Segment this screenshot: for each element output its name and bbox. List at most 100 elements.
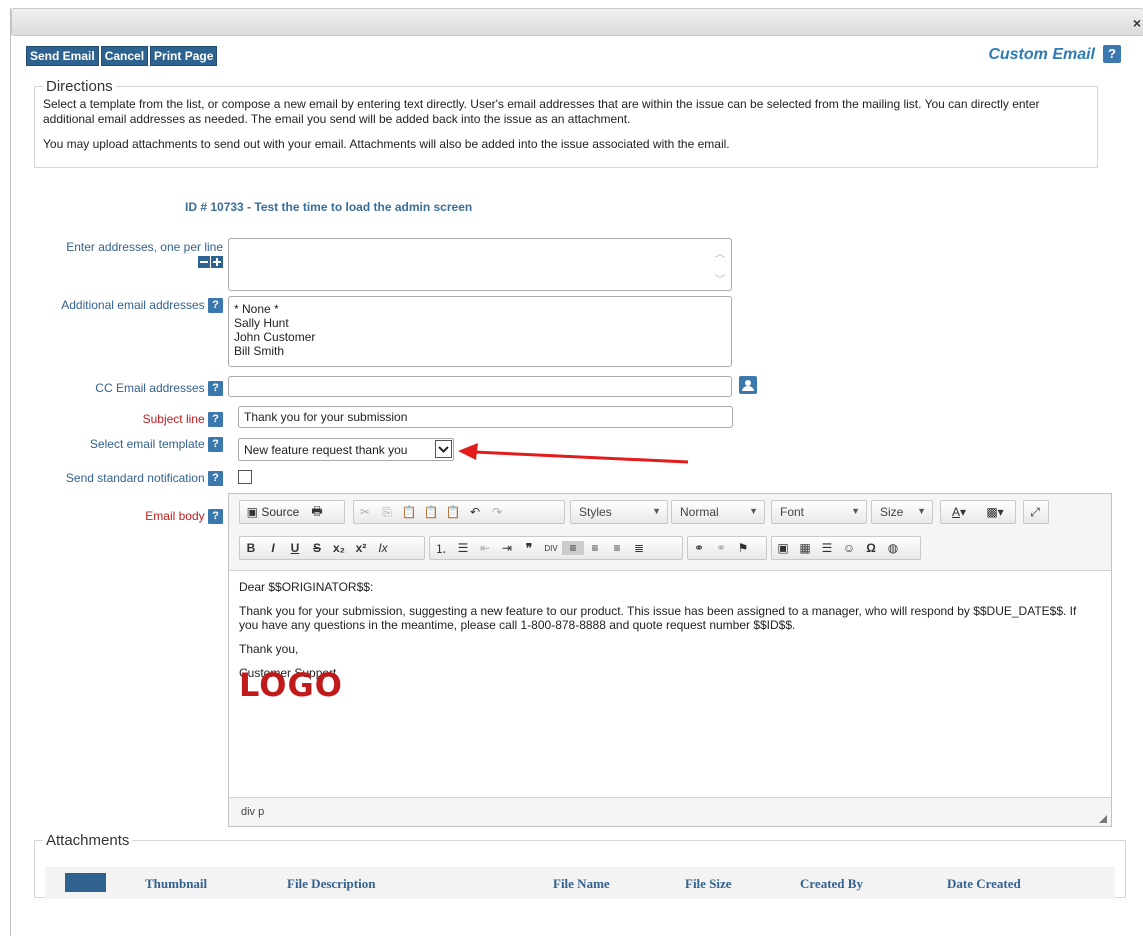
list-item[interactable]: * None * — [229, 302, 731, 316]
iframe-icon[interactable]: ◍ — [882, 541, 904, 555]
size-dropdown[interactable]: Size ▼ — [871, 500, 933, 524]
size-label: Size — [880, 505, 904, 519]
help-icon[interactable]: ? — [208, 412, 223, 428]
editor-status-bar: div p — [229, 797, 1111, 826]
directions-text-2: You may upload attachments to send out w… — [43, 137, 730, 151]
help-icon[interactable]: ? — [208, 437, 223, 453]
annotation-arrow — [458, 443, 689, 464]
column-header[interactable]: File Description — [287, 876, 375, 892]
align-center-icon[interactable]: ≡ — [584, 541, 606, 555]
list-item[interactable]: Sally Hunt — [229, 316, 731, 330]
indent-icon[interactable]: ⇥ — [496, 541, 518, 555]
div-container-icon[interactable]: DIV — [540, 544, 562, 553]
source-button[interactable]: ▣ Source — [240, 505, 306, 519]
blockquote-icon[interactable]: ❞ — [518, 541, 540, 555]
undo-icon[interactable]: ↶ — [464, 505, 486, 519]
column-header[interactable]: File Name — [553, 876, 610, 892]
column-header[interactable]: File Size — [685, 876, 732, 892]
table-icon[interactable]: ▦ — [794, 541, 816, 555]
subject-value: Thank you for your submission — [244, 410, 408, 424]
list-item[interactable]: John Customer — [229, 330, 731, 344]
directions-text-1: Select a template from the list, or comp… — [43, 97, 1040, 126]
subject-label-text: Subject line — [142, 412, 205, 426]
insert-group: ▣ ▦ ☰ ☺ Ω ◍ — [771, 536, 921, 560]
underline-icon[interactable]: U — [284, 541, 306, 555]
unlink-icon[interactable]: ⚭ — [710, 541, 732, 555]
template-label: Select email template ? — [90, 437, 223, 453]
address-book-icon[interactable] — [739, 376, 757, 394]
directions-legend: Directions — [46, 78, 113, 95]
paste-word-icon[interactable]: 📋 — [442, 505, 464, 519]
align-left-icon[interactable]: ≡ — [562, 541, 584, 555]
bold-icon[interactable]: B — [240, 541, 262, 555]
title-bar[interactable]: × — [11, 8, 1143, 36]
horizontal-line-icon[interactable]: ☰ — [816, 541, 838, 555]
attachments-legend: Attachments — [46, 832, 130, 849]
addresses-textarea[interactable]: ︿ ﹀ — [228, 238, 732, 291]
help-icon[interactable]: ? — [208, 298, 223, 314]
italic-icon[interactable]: I — [262, 541, 284, 555]
maximize-icon[interactable]: ⤢ — [1024, 505, 1046, 520]
text-color-icon[interactable]: A▾ — [941, 505, 977, 519]
paste-icon[interactable]: 📋 — [398, 505, 420, 519]
cancel-button[interactable]: Cancel — [100, 46, 149, 66]
cut-icon[interactable]: ✂ — [354, 505, 376, 519]
styles-dropdown[interactable]: Styles ▼ — [570, 500, 668, 524]
font-dropdown[interactable]: Font ▼ — [771, 500, 867, 524]
close-icon[interactable]: × — [1133, 15, 1141, 31]
help-icon[interactable]: ? — [1103, 45, 1121, 63]
font-label: Font — [780, 505, 805, 519]
column-header[interactable]: Thumbnail — [145, 876, 207, 892]
send-email-button[interactable]: Send Email — [26, 46, 99, 66]
print-icon[interactable]: 🖶 — [306, 502, 328, 523]
format-dropdown[interactable]: Normal ▼ — [671, 500, 765, 524]
email-body-text: Thank you for your submission, suggestin… — [239, 604, 1077, 632]
help-icon[interactable]: ? — [208, 509, 223, 525]
redo-icon[interactable]: ↷ — [486, 505, 508, 519]
element-path[interactable]: div p — [241, 806, 264, 818]
bg-color-icon[interactable]: ▩▾ — [977, 505, 1013, 519]
bulleted-list-icon[interactable]: ☰ — [452, 541, 474, 555]
scroll-down-icon[interactable]: ﹀ — [715, 271, 725, 286]
justify-icon[interactable]: ≣ — [628, 541, 650, 555]
plus-icon[interactable] — [211, 255, 223, 268]
editor-content[interactable]: Dear $$ORIGINATOR$$: Thank you for your … — [239, 580, 1099, 704]
chevron-down-icon[interactable] — [435, 440, 452, 458]
logo: LOGO — [239, 666, 343, 704]
add-attachment-button[interactable]: Add — [65, 873, 107, 892]
smiley-icon[interactable]: ☺ — [838, 541, 860, 555]
strikethrough-icon[interactable]: S — [306, 541, 328, 555]
print-page-button[interactable]: Print Page — [150, 46, 218, 66]
link-icon[interactable]: ⚭ — [688, 541, 710, 555]
help-icon[interactable]: ? — [208, 381, 223, 397]
numbered-list-icon[interactable]: ⒈ — [430, 540, 452, 557]
addresses-label-text: Enter addresses, one per line — [66, 240, 223, 254]
resize-handle-icon[interactable] — [1099, 815, 1107, 823]
remove-format-icon[interactable]: Ix — [372, 541, 394, 555]
column-header[interactable]: Created By — [800, 876, 863, 892]
subject-input[interactable]: Thank you for your submission — [238, 406, 733, 428]
paragraph-group: ⒈ ☰ ⇤ ⇥ ❞ DIV ≡ ≡ ≡ ≣ — [429, 536, 683, 560]
paste-text-icon[interactable]: 📋 — [420, 505, 442, 519]
source-label: Source — [261, 505, 300, 519]
anchor-flag-icon[interactable]: ⚑ — [732, 541, 754, 555]
superscript-icon[interactable]: x² — [350, 541, 372, 555]
cc-email-input[interactable] — [228, 376, 732, 397]
notification-checkbox[interactable] — [238, 470, 252, 484]
help-icon[interactable]: ? — [208, 471, 223, 487]
template-select[interactable]: New feature request thank you — [238, 438, 454, 461]
special-char-icon[interactable]: Ω — [860, 541, 882, 555]
scroll-up-icon[interactable]: ︿ — [715, 245, 725, 260]
image-icon[interactable]: ▣ — [772, 541, 794, 555]
email-closing: Thank you, — [239, 642, 299, 656]
subscript-icon[interactable]: x₂ — [328, 541, 350, 555]
chevron-down-icon: ▼ — [851, 506, 860, 516]
column-header[interactable]: Date Created — [947, 876, 1021, 892]
additional-emails-listbox[interactable]: * None * Sally Hunt John Customer Bill S… — [228, 296, 732, 367]
chevron-down-icon: ▼ — [652, 506, 661, 516]
copy-icon[interactable]: ⎘ — [376, 505, 398, 520]
align-right-icon[interactable]: ≡ — [606, 541, 628, 555]
outdent-icon[interactable]: ⇤ — [474, 541, 496, 555]
minus-icon[interactable] — [198, 255, 210, 268]
list-item[interactable]: Bill Smith — [229, 344, 731, 358]
